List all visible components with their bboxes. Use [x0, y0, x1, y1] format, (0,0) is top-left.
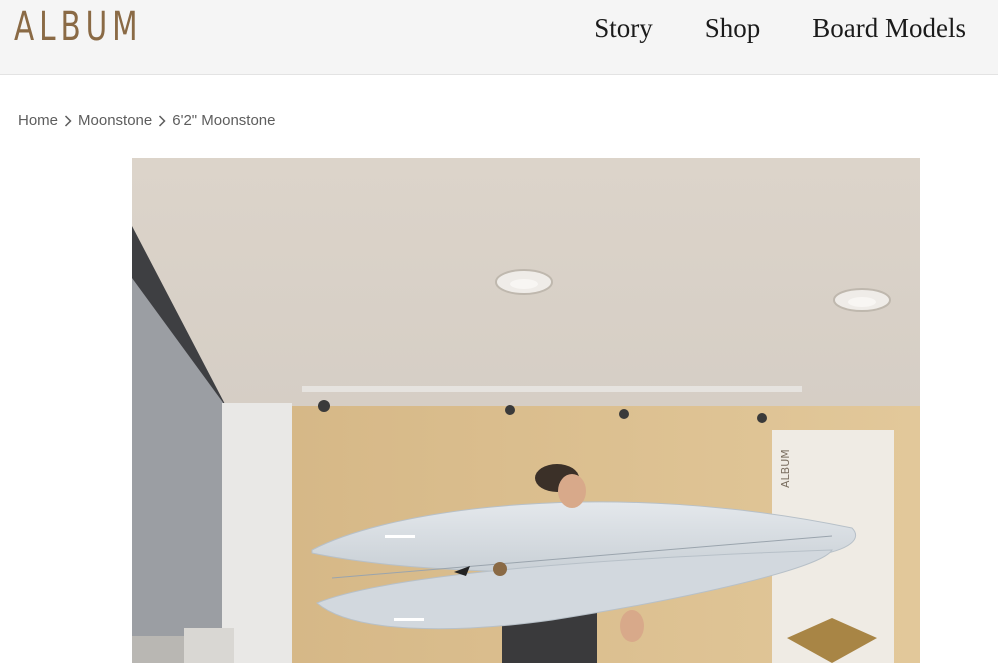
- nav-board-models[interactable]: Board Models: [812, 10, 966, 46]
- chevron-right-icon: [152, 114, 172, 127]
- breadcrumb-moonstone[interactable]: Moonstone: [78, 112, 152, 129]
- svg-text:ALBUM: ALBUM: [779, 449, 792, 488]
- site-header: ALBUM Story Shop Board Models: [0, 0, 998, 75]
- breadcrumb-home[interactable]: Home: [18, 112, 58, 129]
- main-nav: Story Shop Board Models: [594, 10, 966, 46]
- chevron-right-icon: [58, 114, 78, 127]
- logo[interactable]: ALBUM: [14, 5, 143, 49]
- product-image[interactable]: ALBUM: [132, 158, 920, 663]
- nav-story[interactable]: Story: [594, 10, 653, 46]
- breadcrumb: Home Moonstone 6'2" Moonstone: [18, 112, 276, 129]
- nav-shop[interactable]: Shop: [705, 10, 761, 46]
- breadcrumb-current: 6'2" Moonstone: [172, 112, 276, 129]
